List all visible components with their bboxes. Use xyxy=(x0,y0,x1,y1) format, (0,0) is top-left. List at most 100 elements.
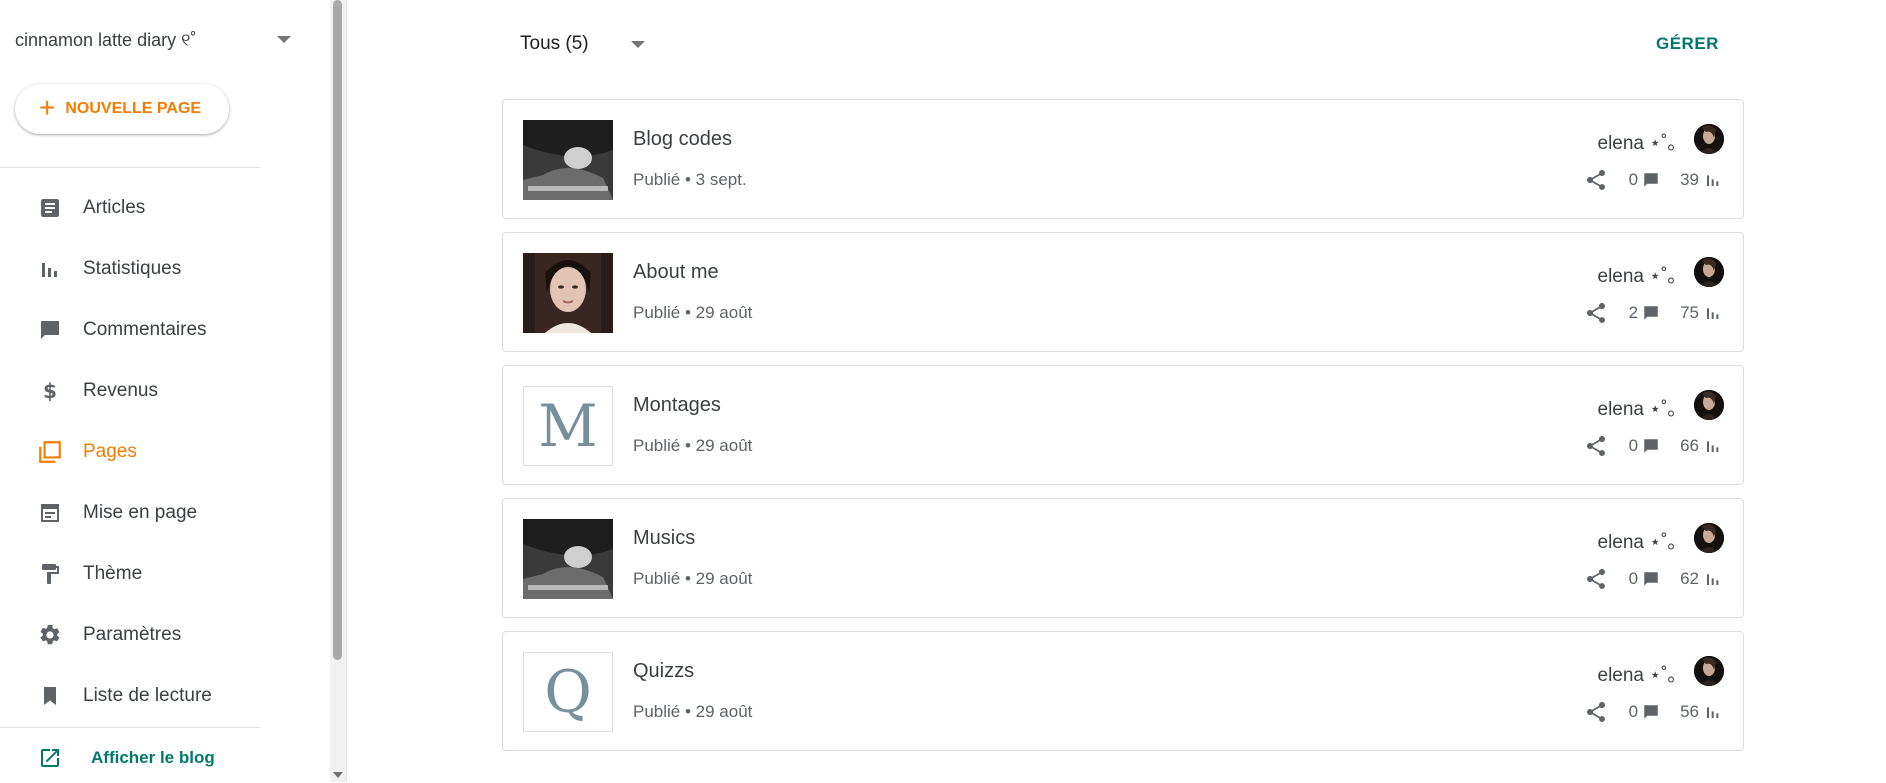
page-title[interactable]: Musics xyxy=(633,527,695,550)
chevron-down-icon xyxy=(630,40,645,48)
author-name: elena ⋆˚｡ xyxy=(1597,133,1678,154)
page-status: Publié • 29 août xyxy=(633,303,753,322)
blog-selector[interactable]: cinnamon latte diary ୧˚ xyxy=(15,22,295,58)
bar-chart-icon xyxy=(37,256,63,282)
scrollbar-thumb[interactable] xyxy=(333,0,342,660)
comment-icon xyxy=(37,317,63,343)
sidebar-item-reading-list[interactable]: Liste de lecture xyxy=(0,671,260,721)
page-card[interactable]: About me Publié • 29 août elena ⋆˚｡ 2 75 xyxy=(502,232,1744,352)
page-title[interactable]: About me xyxy=(633,261,719,284)
page-thumbnail xyxy=(523,253,613,333)
open-in-new-icon xyxy=(37,745,63,771)
page-thumbnail xyxy=(523,519,613,599)
new-page-button[interactable]: + NOUVELLE PAGE xyxy=(15,84,229,134)
page-thumbnail: Q xyxy=(523,652,613,732)
sidebar-item-label: Liste de lecture xyxy=(83,685,212,706)
scroll-down-arrow-icon[interactable] xyxy=(333,772,343,778)
sidebar-item-pages[interactable]: Pages xyxy=(0,427,260,477)
page-stats: 0 62 xyxy=(1583,565,1723,593)
sidebar-item-label: Paramètres xyxy=(83,624,182,645)
sidebar-item-statistics[interactable]: Statistiques xyxy=(0,244,260,294)
sidebar-item-theme[interactable]: Thème xyxy=(0,549,260,599)
author-name: elena ⋆˚｡ xyxy=(1597,665,1678,686)
page-title[interactable]: Quizzs xyxy=(633,660,694,683)
sidebar-scrollbar[interactable] xyxy=(330,0,346,782)
author-name: elena ⋆˚｡ xyxy=(1597,266,1678,287)
sidebar-item-articles[interactable]: Articles xyxy=(0,183,260,233)
view-count: 56 xyxy=(1680,702,1699,721)
view-count: 66 xyxy=(1680,436,1699,455)
page-status: Publié • 3 sept. xyxy=(633,170,747,189)
comment-count: 0 xyxy=(1628,702,1639,721)
page-card[interactable]: Musics Publié • 29 août elena ⋆˚｡ 0 62 xyxy=(502,498,1744,618)
comment-count: 0 xyxy=(1628,436,1639,455)
article-icon xyxy=(37,195,63,221)
view-count: 62 xyxy=(1680,569,1699,588)
avatar xyxy=(1694,523,1724,553)
bar-chart-icon xyxy=(1705,437,1723,455)
comment-count: 2 xyxy=(1628,303,1639,322)
sidebar-item-comments[interactable]: Commentaires xyxy=(0,305,260,355)
view-count: 75 xyxy=(1680,303,1699,322)
manage-button[interactable]: GÉRER xyxy=(1656,34,1719,54)
sidebar-item-label: Mise en page xyxy=(83,502,198,523)
page-card[interactable]: Blog codes Publié • 3 sept. elena ⋆˚｡ 0 … xyxy=(502,99,1744,219)
sidebar-item-earnings[interactable]: $ Revenus xyxy=(0,366,260,416)
bookmark-icon xyxy=(37,683,63,709)
page-stats: 0 66 xyxy=(1583,432,1723,460)
page-stats: 0 39 xyxy=(1583,166,1723,194)
comment-count: 0 xyxy=(1628,569,1639,588)
pages-icon xyxy=(37,439,63,465)
divider xyxy=(346,0,347,782)
comment-icon xyxy=(1642,304,1660,322)
sidebar-item-label: Revenus xyxy=(83,380,158,401)
chevron-down-icon xyxy=(277,36,291,43)
share-icon[interactable] xyxy=(1583,300,1609,326)
filter-dropdown[interactable]: Tous (5) xyxy=(520,26,645,62)
page-card[interactable]: M Montages Publié • 29 août elena ⋆˚｡ 0 … xyxy=(502,365,1744,485)
share-icon[interactable] xyxy=(1583,699,1609,725)
page-thumbnail xyxy=(523,120,613,200)
page-status: Publié • 29 août xyxy=(633,702,753,721)
avatar xyxy=(1694,124,1724,154)
sidebar-item-label: Thème xyxy=(83,563,143,584)
view-count: 39 xyxy=(1680,170,1699,189)
bar-chart-icon xyxy=(1705,703,1723,721)
sidebar-item-settings[interactable]: Paramètres xyxy=(0,610,260,660)
view-blog-link[interactable]: Afficher le blog xyxy=(0,733,260,783)
svg-text:$: $ xyxy=(43,379,57,403)
page-thumbnail: M xyxy=(523,386,613,466)
page-status: Publié • 29 août xyxy=(633,436,753,455)
gear-icon xyxy=(37,622,63,648)
page-card[interactable]: Q Quizzs Publié • 29 août elena ⋆˚｡ 0 56 xyxy=(502,631,1744,751)
filter-label: Tous (5) xyxy=(520,33,589,54)
sidebar-item-layout[interactable]: Mise en page xyxy=(0,488,260,538)
sidebar-item-label: Pages xyxy=(83,441,137,462)
layout-icon xyxy=(37,500,63,526)
sidebar-item-label: Statistiques xyxy=(83,258,182,279)
author-name: elena ⋆˚｡ xyxy=(1597,532,1678,553)
avatar xyxy=(1694,390,1724,420)
bar-chart-icon xyxy=(1705,570,1723,588)
comment-icon xyxy=(1642,437,1660,455)
share-icon[interactable] xyxy=(1583,167,1609,193)
blog-name: cinnamon latte diary ୧˚ xyxy=(15,29,197,50)
share-icon[interactable] xyxy=(1583,433,1609,459)
page-title[interactable]: Montages xyxy=(633,394,721,417)
comment-icon xyxy=(1642,570,1660,588)
avatar xyxy=(1694,656,1724,686)
paint-roller-icon xyxy=(37,561,63,587)
share-icon[interactable] xyxy=(1583,566,1609,592)
new-page-label: NOUVELLE PAGE xyxy=(65,100,202,117)
bar-chart-icon xyxy=(1705,171,1723,189)
sidebar-item-label: Articles xyxy=(83,197,146,218)
page-stats: 2 75 xyxy=(1583,299,1723,327)
sidebar-item-label: Commentaires xyxy=(83,319,207,340)
page-status: Publié • 29 août xyxy=(633,569,753,588)
comment-icon xyxy=(1642,703,1660,721)
author-name: elena ⋆˚｡ xyxy=(1597,399,1678,420)
view-blog-label: Afficher le blog xyxy=(91,748,215,767)
comment-icon xyxy=(1642,171,1660,189)
page-title[interactable]: Blog codes xyxy=(633,128,732,151)
divider xyxy=(0,167,260,168)
